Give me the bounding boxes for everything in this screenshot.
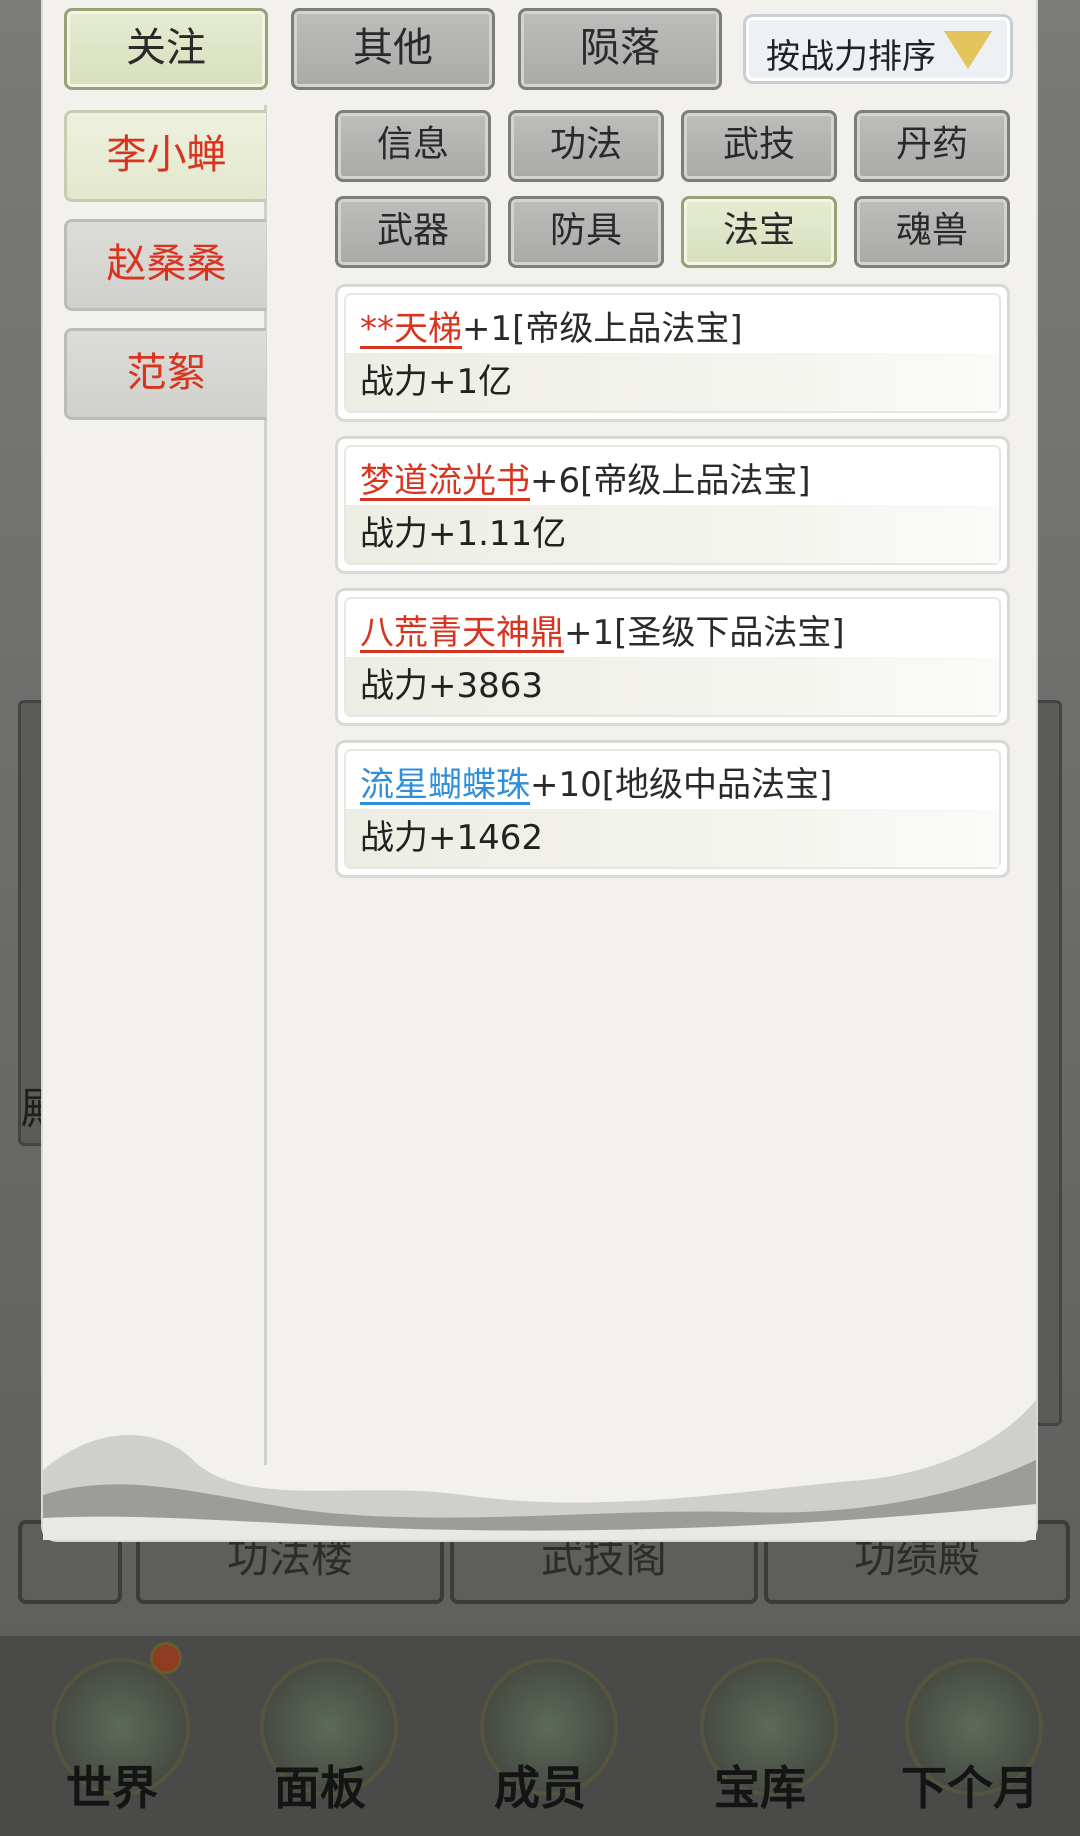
category-tab-treasure[interactable]: 法宝	[681, 196, 837, 268]
item-name[interactable]: 流星蝴蝶珠	[360, 765, 530, 805]
treasure-item-card[interactable]: 八荒青天神鼎+1[圣级下品法宝] 战力+3863	[335, 588, 1010, 726]
item-name[interactable]: 八荒青天神鼎	[360, 613, 564, 653]
item-grade: +6[帝级上品法宝]	[530, 461, 811, 501]
item-grade: +10[地级中品法宝]	[530, 765, 833, 805]
member-item-1[interactable]: 李小蝉	[64, 110, 266, 202]
item-power: 战力+1亿	[346, 353, 999, 411]
item-name[interactable]: 梦道流光书	[360, 461, 530, 501]
nav-world-label: 世界	[66, 1761, 158, 1815]
treasure-item-card[interactable]: 流星蝴蝶珠+10[地级中品法宝] 战力+1462	[335, 740, 1010, 878]
nav-treasury-label: 宝库	[714, 1761, 806, 1815]
sort-dropdown[interactable]: 按战力排序	[743, 14, 1013, 84]
category-tab-armor[interactable]: 防具	[508, 196, 664, 268]
cloud-wave-decoration	[43, 1400, 1036, 1540]
tab-follow[interactable]: 关注	[64, 8, 268, 90]
tab-other[interactable]: 其他	[291, 8, 495, 90]
sort-label: 按战力排序	[766, 37, 936, 77]
nav-panel-label: 面板	[274, 1761, 366, 1815]
item-power: 战力+1.11亿	[346, 505, 999, 563]
category-tab-soul-beast[interactable]: 魂兽	[854, 196, 1010, 268]
nav-next-month-button[interactable]: 下个月	[880, 1648, 1060, 1818]
item-name[interactable]: **天梯	[360, 309, 462, 349]
nav-treasury-button[interactable]: 宝库	[680, 1648, 840, 1818]
member-item-3[interactable]: 范絮	[64, 328, 266, 420]
notification-badge	[150, 1642, 182, 1674]
category-tab-info[interactable]: 信息	[335, 110, 491, 182]
item-grade: +1[帝级上品法宝]	[462, 309, 743, 349]
item-power: 战力+3863	[346, 657, 999, 715]
nav-next-month-label: 下个月	[901, 1761, 1039, 1815]
item-grade: +1[圣级下品法宝]	[564, 613, 845, 653]
dropdown-arrow-icon	[944, 31, 992, 69]
item-power: 战力+1462	[346, 809, 999, 867]
nav-world-button[interactable]: 世界	[32, 1642, 192, 1818]
treasure-item-card[interactable]: 梦道流光书+6[帝级上品法宝] 战力+1.11亿	[335, 436, 1010, 574]
bottom-nav-bar: 世界 面板 成员 宝库 下个月	[0, 1636, 1080, 1836]
nav-panel-button[interactable]: 面板	[240, 1648, 400, 1818]
nav-member-label: 成员	[494, 1761, 586, 1815]
category-tab-weapon[interactable]: 武器	[335, 196, 491, 268]
category-tab-technique[interactable]: 功法	[508, 110, 664, 182]
category-tab-pill[interactable]: 丹药	[854, 110, 1010, 182]
treasure-item-card[interactable]: **天梯+1[帝级上品法宝] 战力+1亿	[335, 284, 1010, 422]
category-tab-skill[interactable]: 武技	[681, 110, 837, 182]
member-item-2[interactable]: 赵桑桑	[64, 219, 266, 311]
tab-fallen[interactable]: 陨落	[518, 8, 722, 90]
nav-member-button[interactable]: 成员	[460, 1648, 620, 1818]
